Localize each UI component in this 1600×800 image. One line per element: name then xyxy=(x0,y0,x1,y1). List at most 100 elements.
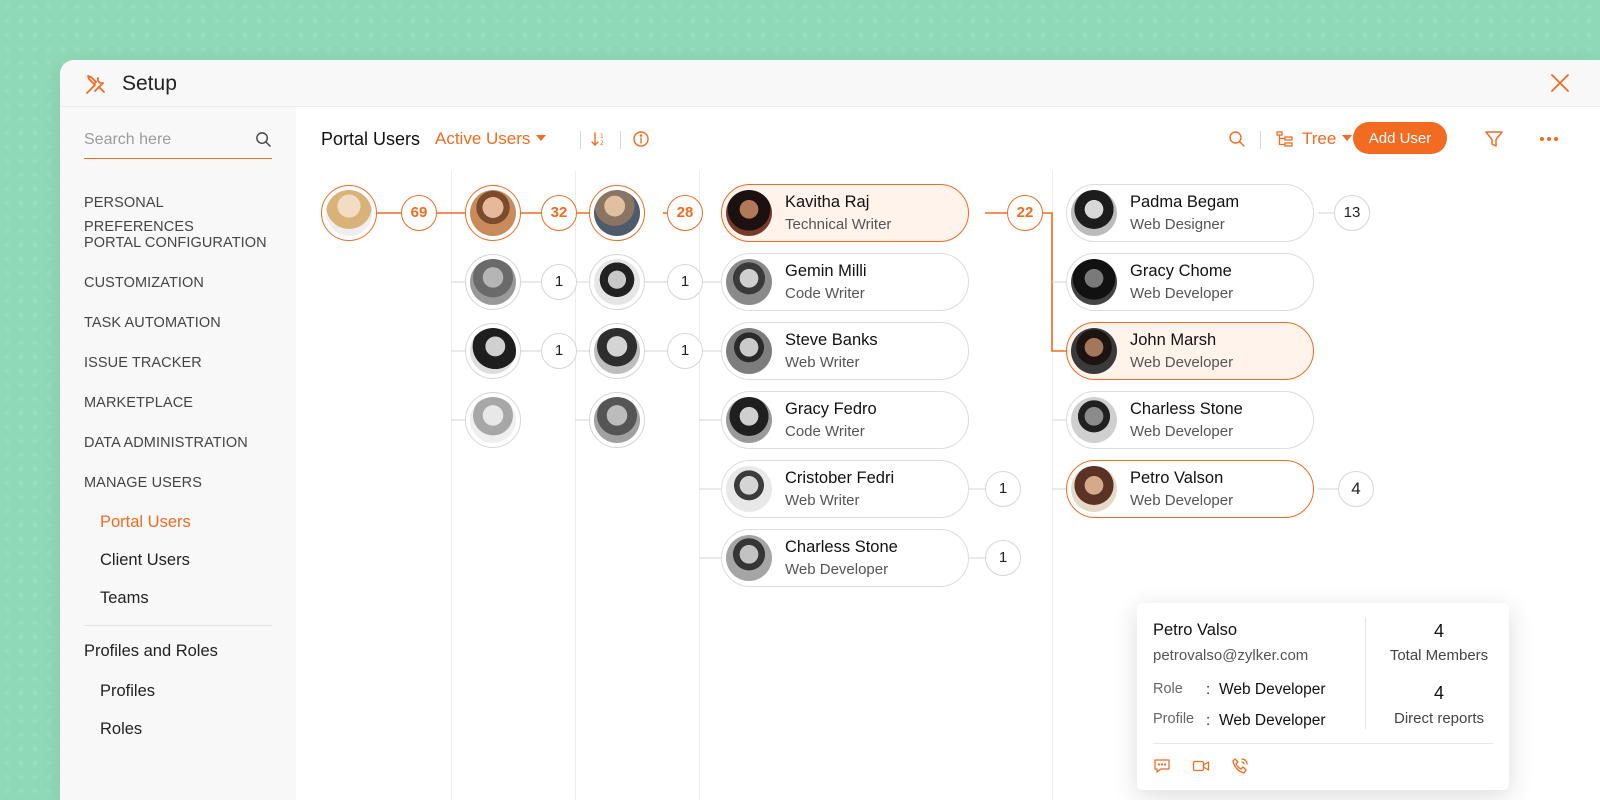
more-options-icon[interactable] xyxy=(1538,130,1560,148)
sidebar-subitem-roles[interactable]: Roles xyxy=(84,718,274,756)
user-card[interactable]: Padma Begam Web Designer xyxy=(1066,184,1314,242)
view-dropdown[interactable]: Tree xyxy=(1302,129,1353,149)
popover-divider xyxy=(1365,617,1366,729)
sidebar-subitem-teams[interactable]: Teams xyxy=(84,587,274,625)
user-photo xyxy=(470,190,516,236)
phone-call-icon[interactable] xyxy=(1231,757,1249,775)
search-icon[interactable] xyxy=(1228,130,1246,148)
member-count[interactable]: 22 xyxy=(1007,195,1043,231)
video-call-icon[interactable] xyxy=(1192,757,1210,775)
user-card[interactable]: Cristober Fedri Web Writer xyxy=(721,460,969,518)
user-card[interactable]: Kavitha Raj Technical Writer xyxy=(721,184,969,242)
member-count[interactable]: 28 xyxy=(667,195,703,231)
tree-view-icon[interactable] xyxy=(1276,130,1294,148)
user-card[interactable]: Steve Banks Web Writer xyxy=(721,322,969,380)
user-role: Web Developer xyxy=(1130,423,1234,440)
avatar[interactable] xyxy=(465,392,521,448)
user-photo xyxy=(726,397,772,443)
popover-user-email[interactable]: petrovalso@zylker.com xyxy=(1153,647,1308,664)
close-icon[interactable] xyxy=(1550,73,1570,93)
user-photo xyxy=(726,535,772,581)
tools-icon xyxy=(86,75,105,94)
user-photo xyxy=(470,397,516,443)
sidebar-item-data-administration[interactable]: DATA ADMINISTRATION xyxy=(84,431,274,471)
sidebar-divider xyxy=(84,625,272,626)
user-card[interactable]: Charless Stone Web Developer xyxy=(1066,391,1314,449)
member-count[interactable]: 69 xyxy=(401,195,437,231)
user-photo xyxy=(470,259,516,305)
user-card[interactable]: Gracy Fedro Code Writer xyxy=(721,391,969,449)
member-count[interactable]: 4 xyxy=(1338,471,1374,507)
total-members-count: 4 xyxy=(1433,621,1444,641)
user-role: Code Writer xyxy=(785,423,865,440)
user-filter-dropdown[interactable]: Active Users xyxy=(435,129,547,149)
avatar[interactable] xyxy=(465,254,521,310)
user-photo xyxy=(1071,190,1117,236)
search-icon[interactable] xyxy=(255,131,272,148)
user-card[interactable]: Gemin Milli Code Writer xyxy=(721,253,969,311)
user-name: Cristober Fedri xyxy=(785,469,895,487)
member-count[interactable]: 1 xyxy=(541,264,577,300)
popover-user-name: Petro Valso xyxy=(1153,621,1238,639)
avatar[interactable] xyxy=(465,323,521,379)
sort-icon[interactable]: 1 2 xyxy=(590,130,608,148)
user-card[interactable]: Gracy Chome Web Developer xyxy=(1066,253,1314,311)
toolbar-divider xyxy=(580,131,581,149)
user-card[interactable]: Charless Stone Web Developer xyxy=(721,529,969,587)
user-photo xyxy=(470,328,516,374)
sidebar-item-portal-configuration[interactable]: PORTAL CONFIGURATION xyxy=(84,231,274,271)
sidebar-subitem-portal-users[interactable]: Portal Users xyxy=(84,511,274,549)
sidebar-item-task-automation[interactable]: TASK AUTOMATION xyxy=(84,311,274,351)
view-label: Tree xyxy=(1302,129,1337,148)
sidebar-item-issue-tracker[interactable]: ISSUE TRACKER xyxy=(84,351,274,391)
sidebar-subitem-profiles[interactable]: Profiles xyxy=(84,680,274,718)
member-count[interactable]: 1 xyxy=(667,333,703,369)
user-card[interactable]: Petro Valson Web Developer xyxy=(1066,460,1314,518)
svg-text:1: 1 xyxy=(600,133,604,140)
user-photo xyxy=(726,259,772,305)
info-icon[interactable] xyxy=(632,130,650,148)
avatar[interactable] xyxy=(589,392,645,448)
user-role: Code Writer xyxy=(785,285,865,302)
setup-window: Setup PERSONAL PREFERENCES PORTAL CONFIG… xyxy=(60,60,1600,800)
member-count[interactable]: 1 xyxy=(667,264,703,300)
user-photo xyxy=(594,397,640,443)
sidebar-item-personal-preferences[interactable]: PERSONAL PREFERENCES xyxy=(84,191,274,235)
member-count[interactable]: 1 xyxy=(985,540,1021,576)
member-count[interactable]: 1 xyxy=(541,333,577,369)
page-title: Portal Users xyxy=(321,129,421,149)
chat-icon[interactable] xyxy=(1153,757,1171,775)
filter-icon[interactable] xyxy=(1484,129,1504,149)
avatar[interactable] xyxy=(589,185,645,241)
avatar[interactable] xyxy=(321,185,377,241)
toolbar: Portal Users Active Users 1 2 Tree Add U… xyxy=(296,107,1600,171)
member-count[interactable]: 32 xyxy=(541,195,577,231)
chevron-down-icon xyxy=(1342,135,1353,141)
user-photo xyxy=(594,259,640,305)
sidebar-item-profiles-and-roles[interactable]: Profiles and Roles xyxy=(84,640,274,680)
avatar[interactable] xyxy=(589,323,645,379)
sidebar: PERSONAL PREFERENCES PORTAL CONFIGURATIO… xyxy=(60,107,296,800)
popover-profile-label: Profile xyxy=(1153,711,1195,727)
sidebar-item-customization[interactable]: CUSTOMIZATION xyxy=(84,271,274,311)
user-photo xyxy=(726,466,772,512)
sidebar-nav: PERSONAL PREFERENCES PORTAL CONFIGURATIO… xyxy=(84,191,274,756)
user-detail-popover: Petro Valso petrovalso@zylker.com Role :… xyxy=(1137,603,1509,790)
user-card[interactable]: John Marsh Web Developer xyxy=(1066,322,1314,380)
search-input[interactable] xyxy=(84,125,244,155)
sidebar-item-manage-users[interactable]: MANAGE USERS xyxy=(84,471,274,511)
sidebar-item-marketplace[interactable]: MARKETPLACE xyxy=(84,391,274,431)
user-name: Steve Banks xyxy=(785,331,878,349)
window-title: Setup xyxy=(122,72,177,95)
user-name: Gracy Fedro xyxy=(785,400,877,418)
add-user-button[interactable]: Add User xyxy=(1353,122,1447,154)
toolbar-divider xyxy=(1260,131,1261,149)
sidebar-subitem-client-users[interactable]: Client Users xyxy=(84,549,274,587)
user-photo xyxy=(1071,259,1117,305)
user-role: Web Writer xyxy=(785,354,860,371)
member-count[interactable]: 13 xyxy=(1334,195,1370,231)
member-count[interactable]: 1 xyxy=(985,471,1021,507)
avatar[interactable] xyxy=(465,185,521,241)
avatar[interactable] xyxy=(589,254,645,310)
user-role: Web Developer xyxy=(1130,492,1234,509)
